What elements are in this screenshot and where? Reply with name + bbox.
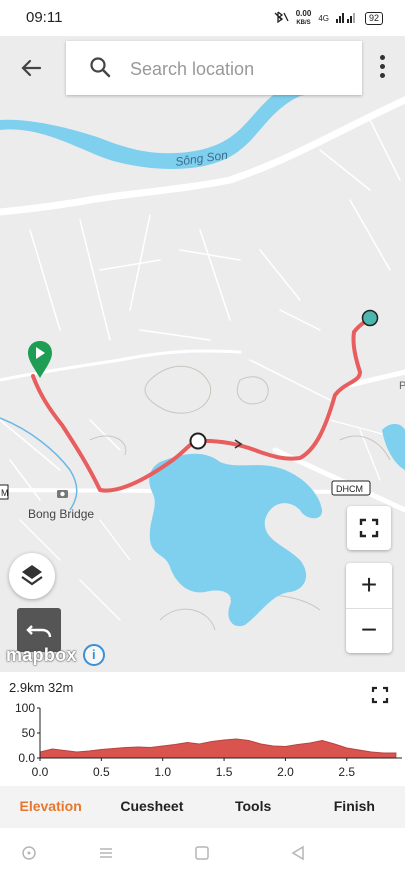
road-shield-left: M	[0, 484, 9, 500]
info-icon[interactable]: i	[82, 644, 105, 666]
zoom-in-button[interactable]: +	[346, 563, 392, 608]
network-type: 4G	[318, 14, 329, 23]
kebab-dot	[379, 55, 385, 60]
tab-finish[interactable]: Finish	[304, 786, 405, 828]
x-tick-label: 2.5	[338, 765, 355, 779]
tab-elevation[interactable]: Elevation	[0, 786, 101, 828]
layers-button[interactable]	[9, 553, 55, 599]
y-tick-label: 100	[15, 701, 35, 715]
layers-icon	[21, 565, 43, 586]
y-tick-label: 0.0	[18, 751, 35, 765]
search-icon	[90, 57, 111, 78]
road-shield-left-label: M	[1, 488, 9, 498]
road-shield-right: DHCM	[331, 480, 371, 496]
status-bar: 09:11 0.00 KB/S 4G 92	[0, 0, 405, 36]
map-canvas[interactable]: M DHCM Sông Son Bong Bridge P	[0, 36, 405, 672]
camera-icon	[57, 490, 68, 498]
status-time: 09:11	[26, 9, 63, 26]
tab-tools[interactable]: Tools	[203, 786, 304, 828]
elevation-panel: 2.9km 32m 0.0 50 100 0.0 0.5 1.0 1.5 2.0 2.5	[0, 672, 405, 786]
map-attribution: mapbox i	[6, 643, 105, 667]
battery-icon: 92	[364, 12, 383, 25]
fit-route-button[interactable]	[347, 506, 391, 550]
x-tick-label: 1.5	[216, 765, 233, 779]
lake-edge-water	[382, 423, 405, 470]
zoom-controls: + −	[346, 563, 392, 653]
elevation-chart[interactable]: 0.0 50 100 0.0 0.5 1.0 1.5 2.0 2.5	[0, 672, 405, 786]
network-speed-value: 0.00	[295, 9, 312, 18]
map-edge-label: P	[399, 380, 405, 392]
x-tick-label: 0.5	[93, 765, 110, 779]
system-nav-bar	[0, 828, 405, 878]
mapbox-logo[interactable]: mapbox	[6, 645, 77, 666]
road-shield-right-label: DHCM	[336, 484, 363, 494]
back-nav-icon[interactable]	[289, 844, 307, 862]
fit-bounds-icon	[359, 518, 379, 538]
search-input[interactable]	[128, 53, 352, 85]
home-nav-icon[interactable]	[193, 844, 211, 862]
end-marker[interactable]	[361, 309, 379, 327]
assistant-nav-icon[interactable]	[20, 844, 38, 862]
x-tick-label: 1.0	[154, 765, 171, 779]
x-tick-label: 2.0	[277, 765, 294, 779]
y-tick-label: 50	[22, 726, 36, 740]
bottom-tabs: Elevation Cuesheet Tools Finish	[0, 786, 405, 828]
zoom-out-button[interactable]: −	[346, 608, 392, 653]
map-view[interactable]: M DHCM Sông Son Bong Bridge P	[0, 36, 405, 672]
arrow-left-icon	[21, 59, 42, 77]
search-box[interactable]	[66, 41, 362, 95]
menu-nav-icon[interactable]	[97, 844, 115, 862]
back-button[interactable]	[14, 50, 50, 86]
network-speed: 0.00 KB/S	[296, 10, 312, 27]
network-speed-unit: KB/S	[296, 20, 311, 26]
status-icons: 0.00 KB/S 4G 92	[273, 10, 383, 27]
tab-cuesheet[interactable]: Cuesheet	[101, 786, 202, 828]
more-options-button[interactable]	[372, 52, 392, 82]
kebab-dot	[379, 73, 385, 78]
bridge-label: Bong Bridge	[28, 507, 94, 521]
signal-icon	[335, 11, 358, 26]
lake-water	[149, 453, 323, 627]
x-tick-label: 0.0	[32, 765, 49, 779]
midpoint-marker[interactable]	[189, 432, 207, 450]
kebab-dot	[379, 64, 385, 69]
elevation-area	[39, 738, 397, 759]
bluetooth-mute-icon	[273, 11, 289, 26]
top-bar	[0, 36, 405, 100]
zoom-divider	[346, 608, 392, 609]
